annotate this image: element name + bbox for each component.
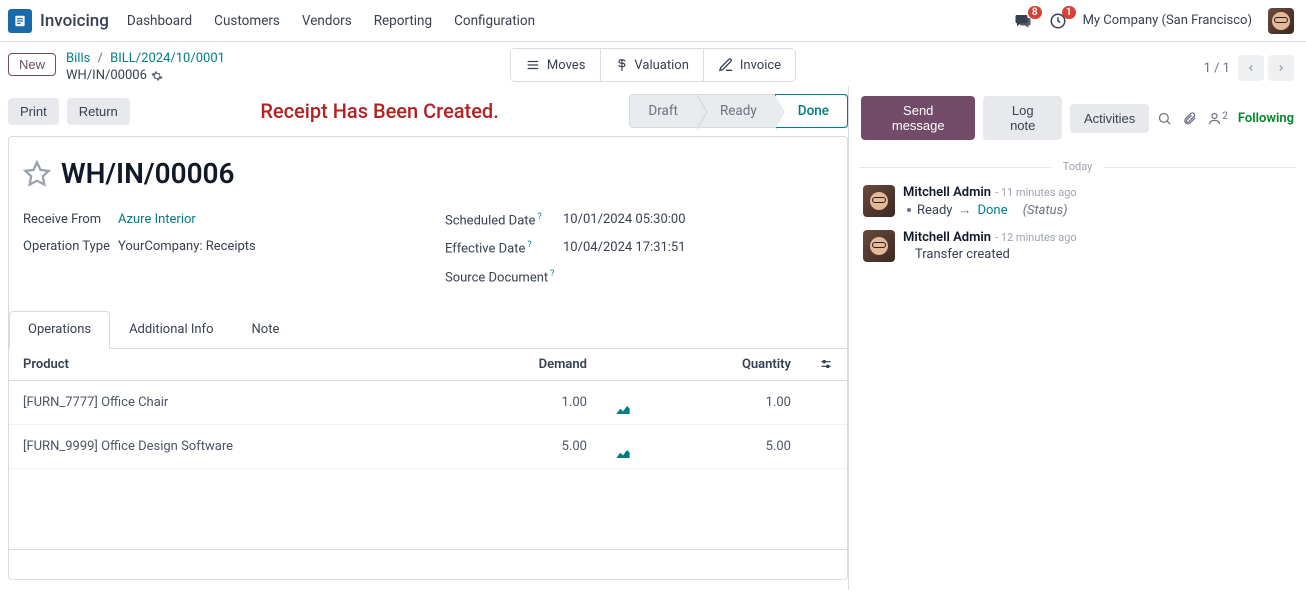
menu-vendors[interactable]: Vendors bbox=[302, 13, 352, 29]
search-icon[interactable] bbox=[1157, 111, 1172, 126]
user-avatar[interactable] bbox=[1268, 8, 1294, 34]
message-day-separator: Today bbox=[849, 160, 1306, 173]
message-time: - 12 minutes ago bbox=[995, 231, 1077, 244]
moves-button[interactable]: Moves bbox=[511, 49, 600, 81]
clock-badge: 1 bbox=[1062, 6, 1076, 19]
cell-qty: 5.00 bbox=[645, 424, 805, 468]
top-navbar: Invoicing Dashboard Customers Vendors Re… bbox=[0, 0, 1306, 42]
attachment-icon[interactable] bbox=[1182, 111, 1197, 126]
app-title[interactable]: Invoicing bbox=[40, 11, 109, 31]
forecast-icon[interactable] bbox=[601, 380, 645, 424]
stat-buttons: Moves Valuation Invoice bbox=[510, 48, 796, 82]
cell-qty: 1.00 bbox=[645, 380, 805, 424]
activities-button[interactable]: Activities bbox=[1070, 104, 1149, 133]
status-bar: Draft Ready Done bbox=[629, 94, 848, 128]
alert-banner: Receipt Has Been Created. bbox=[138, 99, 622, 123]
scheduled-date-label: Scheduled Date? bbox=[445, 212, 563, 228]
status-ready[interactable]: Ready bbox=[696, 95, 775, 127]
message: Mitchell Admin - 11 minutes agoReady→Don… bbox=[849, 179, 1306, 224]
operation-type-value: YourCompany: Receipts bbox=[118, 239, 256, 254]
follower-count: 2 bbox=[1222, 111, 1228, 122]
operation-type-label: Operation Type bbox=[23, 239, 118, 254]
cell-product: [FURN_9999] Office Design Software bbox=[9, 424, 461, 468]
control-panel: New Bills / BILL/2024/10/0001 WH/IN/0000… bbox=[0, 42, 1306, 86]
menu-dashboard[interactable]: Dashboard bbox=[127, 13, 192, 29]
cell-demand: 5.00 bbox=[461, 424, 601, 468]
help-icon[interactable]: ? bbox=[550, 269, 554, 279]
message-avatar[interactable] bbox=[863, 230, 895, 262]
message-time: - 11 minutes ago bbox=[995, 186, 1077, 199]
activities-icon[interactable]: 1 bbox=[1049, 12, 1067, 30]
message-author[interactable]: Mitchell Admin bbox=[903, 185, 991, 200]
menu-reporting[interactable]: Reporting bbox=[374, 13, 432, 29]
forecast-icon[interactable] bbox=[601, 424, 645, 468]
message-avatar[interactable] bbox=[863, 185, 895, 217]
menu-customers[interactable]: Customers bbox=[214, 13, 280, 29]
valuation-label: Valuation bbox=[634, 58, 688, 73]
col-adjust[interactable] bbox=[805, 349, 847, 381]
scheduled-date-value: 10/01/2024 05:30:00 bbox=[563, 212, 686, 228]
invoice-label: Invoice bbox=[740, 58, 781, 73]
moves-label: Moves bbox=[547, 58, 586, 73]
pager-next[interactable] bbox=[1268, 55, 1294, 81]
app-icon[interactable] bbox=[8, 9, 32, 33]
company-switcher[interactable]: My Company (San Francisco) bbox=[1083, 13, 1252, 28]
star-icon[interactable] bbox=[23, 160, 51, 188]
receive-from-value[interactable]: Azure Interior bbox=[118, 212, 196, 227]
following-button[interactable]: Following bbox=[1238, 111, 1294, 126]
gear-icon[interactable] bbox=[151, 70, 163, 82]
tab-operations[interactable]: Operations bbox=[9, 311, 110, 349]
status-done[interactable]: Done bbox=[775, 94, 848, 128]
col-demand[interactable]: Demand bbox=[461, 349, 601, 381]
breadcrumb: Bills / BILL/2024/10/0001 bbox=[66, 51, 225, 68]
status-draft[interactable]: Draft bbox=[630, 95, 696, 127]
return-button[interactable]: Return bbox=[67, 98, 130, 125]
col-quantity[interactable]: Quantity bbox=[645, 349, 805, 381]
messaging-icon[interactable]: 8 bbox=[1013, 12, 1033, 30]
table-row[interactable]: [FURN_7777] Office Chair1.001.00 bbox=[9, 380, 847, 424]
effective-date-value: 10/04/2024 17:31:51 bbox=[563, 240, 686, 256]
log-note-button[interactable]: Log note bbox=[983, 96, 1061, 140]
message: Mitchell Admin - 12 minutes agoTransfer … bbox=[849, 224, 1306, 268]
crumb-current: WH/IN/00006 bbox=[66, 68, 147, 85]
form-sheet: WH/IN/00006 Receive From Azure Interior … bbox=[8, 136, 848, 580]
help-icon[interactable]: ? bbox=[537, 212, 541, 222]
pager-prev[interactable] bbox=[1238, 55, 1264, 81]
send-message-button[interactable]: Send message bbox=[861, 96, 975, 140]
menu-configuration[interactable]: Configuration bbox=[454, 13, 535, 29]
source-document-label: Source Document? bbox=[445, 269, 563, 285]
crumb-bill-ref[interactable]: BILL/2024/10/0001 bbox=[110, 51, 225, 66]
receive-from-label: Receive From bbox=[23, 212, 118, 227]
tab-note[interactable]: Note bbox=[233, 311, 299, 348]
pager-text[interactable]: 1 / 1 bbox=[1204, 61, 1230, 76]
effective-date-label: Effective Date? bbox=[445, 240, 563, 256]
notebook-tabs: Operations Additional Info Note bbox=[9, 311, 827, 348]
chatter-panel: Send message Log note Activities 2 Follo… bbox=[848, 86, 1306, 590]
record-title: WH/IN/00006 bbox=[61, 157, 235, 190]
new-button[interactable]: New bbox=[8, 53, 56, 76]
cell-demand: 1.00 bbox=[461, 380, 601, 424]
sliders-icon bbox=[819, 357, 833, 371]
message-author[interactable]: Mitchell Admin bbox=[903, 230, 991, 245]
cell-product: [FURN_7777] Office Chair bbox=[9, 380, 461, 424]
table-row[interactable]: [FURN_9999] Office Design Software5.005.… bbox=[9, 424, 847, 468]
col-product[interactable]: Product bbox=[9, 349, 461, 381]
help-icon[interactable]: ? bbox=[527, 240, 531, 250]
followers-icon[interactable]: 2 bbox=[1207, 111, 1228, 126]
invoice-button[interactable]: Invoice bbox=[703, 49, 795, 81]
crumb-bills[interactable]: Bills bbox=[66, 51, 90, 66]
valuation-button[interactable]: Valuation bbox=[599, 49, 702, 81]
print-button[interactable]: Print bbox=[8, 98, 59, 125]
chat-badge: 8 bbox=[1028, 6, 1042, 19]
tab-additional-info[interactable]: Additional Info bbox=[110, 311, 232, 348]
operations-table: Product Demand Quantity [FURN_7777] Offi bbox=[9, 349, 847, 469]
main-menu: Dashboard Customers Vendors Reporting Co… bbox=[127, 13, 535, 29]
